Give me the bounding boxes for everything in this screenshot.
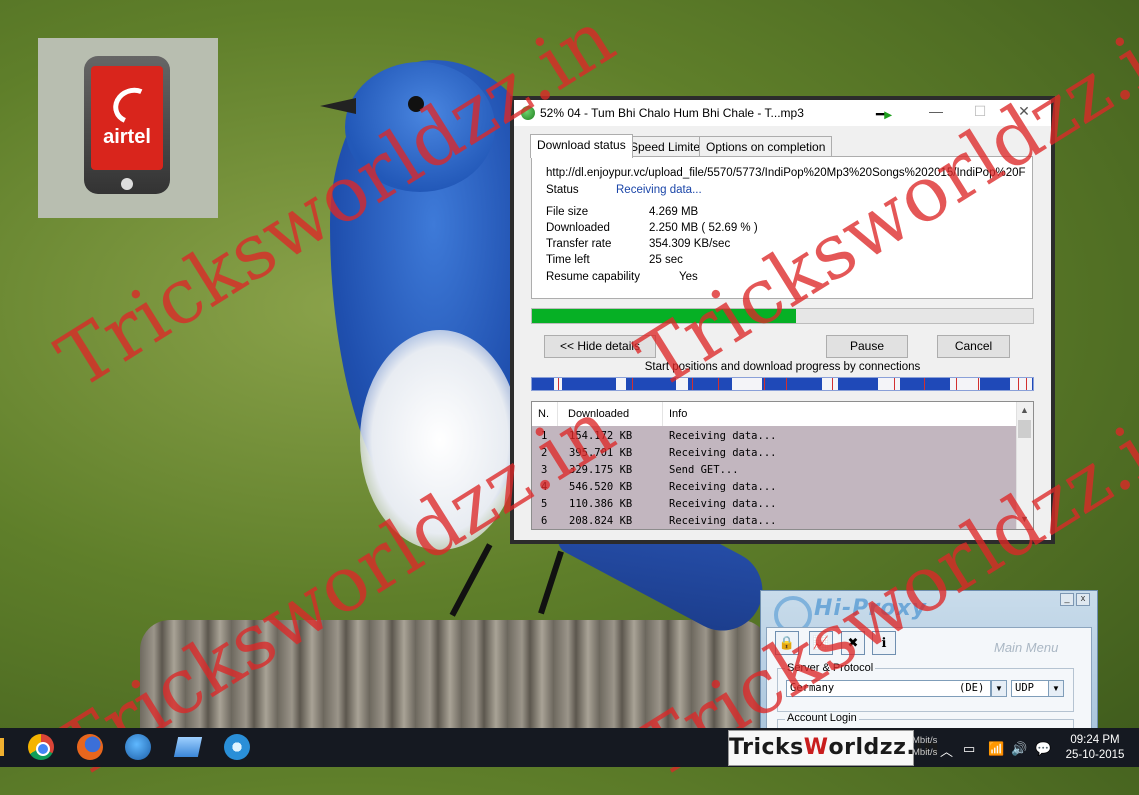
transfer-rate-value: 354.309 KB/sec xyxy=(649,238,731,250)
transfer-rate-label: Transfer rate xyxy=(546,238,612,250)
connection-gap xyxy=(616,378,626,390)
column-header-info[interactable]: Info xyxy=(669,408,687,420)
airtel-logo: airtel xyxy=(91,66,163,170)
volume-icon[interactable]: 🔊 xyxy=(1011,741,1027,757)
protocol-select[interactable]: UDP xyxy=(1011,680,1050,697)
connection-start-marker xyxy=(718,378,719,390)
scroll-up-icon[interactable]: ▲ xyxy=(1016,405,1033,415)
clock-date: 25-10-2015 xyxy=(1065,749,1125,761)
table-row[interactable]: 5 110.386 KB Receiving data... xyxy=(532,496,1016,513)
connection-start-marker xyxy=(832,378,833,390)
connection-gap xyxy=(1010,378,1032,390)
task-view-icon[interactable] xyxy=(0,738,4,756)
cancel-button[interactable]: Cancel xyxy=(937,335,1010,358)
chrome-icon-center xyxy=(36,742,50,756)
connection-start-marker xyxy=(894,378,895,390)
connection-start-marker xyxy=(764,378,765,390)
airtel-swoosh-icon xyxy=(108,82,158,130)
bird-beak xyxy=(320,98,356,114)
status-value: Receiving data... xyxy=(616,184,702,196)
connection-downloaded: 110.386 KB xyxy=(569,498,633,510)
downloaded-label: Downloaded xyxy=(546,222,610,234)
connections-caption: Start positions and download progress by… xyxy=(644,361,921,373)
connection-start-marker xyxy=(978,378,979,390)
connection-start-marker xyxy=(1018,378,1019,390)
explorer-icon[interactable] xyxy=(173,737,203,757)
protocol-dropdown-icon[interactable]: ▼ xyxy=(1048,680,1064,697)
speed-line-2: Mbit/s xyxy=(912,747,938,758)
firefox-icon[interactable] xyxy=(77,734,103,760)
connection-start-marker xyxy=(558,378,559,390)
server-code: (DE) xyxy=(959,682,985,694)
tab-speed-limiter[interactable]: Speed Limiter xyxy=(623,136,712,157)
connections-progress-bar xyxy=(531,377,1034,391)
notifications-icon[interactable]: 💬 xyxy=(1035,741,1051,757)
connection-gap xyxy=(878,378,900,390)
main-menu-label: Main Menu xyxy=(994,640,1059,655)
connection-info: Receiving data... xyxy=(669,515,777,527)
file-size-label: File size xyxy=(546,206,589,218)
connection-gap xyxy=(732,378,762,390)
connection-info: Receiving data... xyxy=(669,430,777,442)
minimize-button[interactable]: — xyxy=(926,103,946,121)
connection-gap xyxy=(822,378,838,390)
connection-number: 6 xyxy=(541,515,548,527)
connection-info: Receiving data... xyxy=(669,481,777,493)
proxy-minimize-button[interactable]: _ xyxy=(1060,593,1074,606)
connection-start-marker xyxy=(786,378,787,390)
connection-info: Send GET... xyxy=(669,464,739,476)
resume-capability-value: Yes xyxy=(679,271,698,283)
site-badge: TricksWorldzz.in xyxy=(728,730,939,766)
airtel-label: airtel xyxy=(103,126,151,148)
tab-download-status[interactable]: Download status xyxy=(530,134,633,158)
pause-button[interactable]: Pause xyxy=(826,335,908,358)
downloaded-value: 2.250 MB ( 52.69 % ) xyxy=(649,222,758,234)
phone-home-button-icon xyxy=(121,178,133,190)
status-label: Status xyxy=(546,184,579,196)
connection-info: Receiving data... xyxy=(669,447,777,459)
arrow-right-icon: ━▸ xyxy=(876,106,892,122)
clock-time: 09:24 PM xyxy=(1070,734,1120,746)
window-title: 52% 04 - Tum Bhi Chalo Hum Bhi Chale - T… xyxy=(540,106,804,120)
badge-prefix: Tricks xyxy=(729,735,804,760)
signal-icon[interactable]: 📶 xyxy=(988,741,1004,757)
connection-info: Receiving data... xyxy=(669,498,777,510)
resume-capability-label: Resume capability xyxy=(546,271,640,283)
connection-start-marker xyxy=(956,378,957,390)
time-left-value: 25 sec xyxy=(649,254,683,266)
badge-accent: W xyxy=(803,735,829,760)
hi-proxy-taskbar-icon[interactable] xyxy=(224,734,250,760)
table-row[interactable]: 4 546.520 KB Receiving data... xyxy=(532,479,1016,496)
tab-options-on-completion[interactable]: Options on completion xyxy=(699,136,833,157)
connection-start-marker xyxy=(632,378,633,390)
taskbar-clock[interactable]: 09:24 PM 25-10-2015 xyxy=(1062,733,1128,763)
server-dropdown-icon[interactable]: ▼ xyxy=(991,680,1007,697)
scroll-thumb[interactable] xyxy=(1018,420,1031,438)
proxy-close-button[interactable]: x xyxy=(1076,593,1090,606)
battery-icon[interactable]: ▭ xyxy=(963,741,975,757)
connection-start-marker xyxy=(924,378,925,390)
connection-downloaded: 208.824 KB xyxy=(569,515,633,527)
file-size-value: 4.269 MB xyxy=(649,206,699,218)
time-left-label: Time left xyxy=(546,254,590,266)
connection-start-marker xyxy=(1026,378,1027,390)
speed-line-1: Mbit/s xyxy=(912,735,938,746)
idm-taskbar-icon[interactable] xyxy=(125,734,151,760)
show-hidden-icons-chevron-icon[interactable]: ︿ xyxy=(940,741,953,760)
connection-gap xyxy=(950,378,980,390)
